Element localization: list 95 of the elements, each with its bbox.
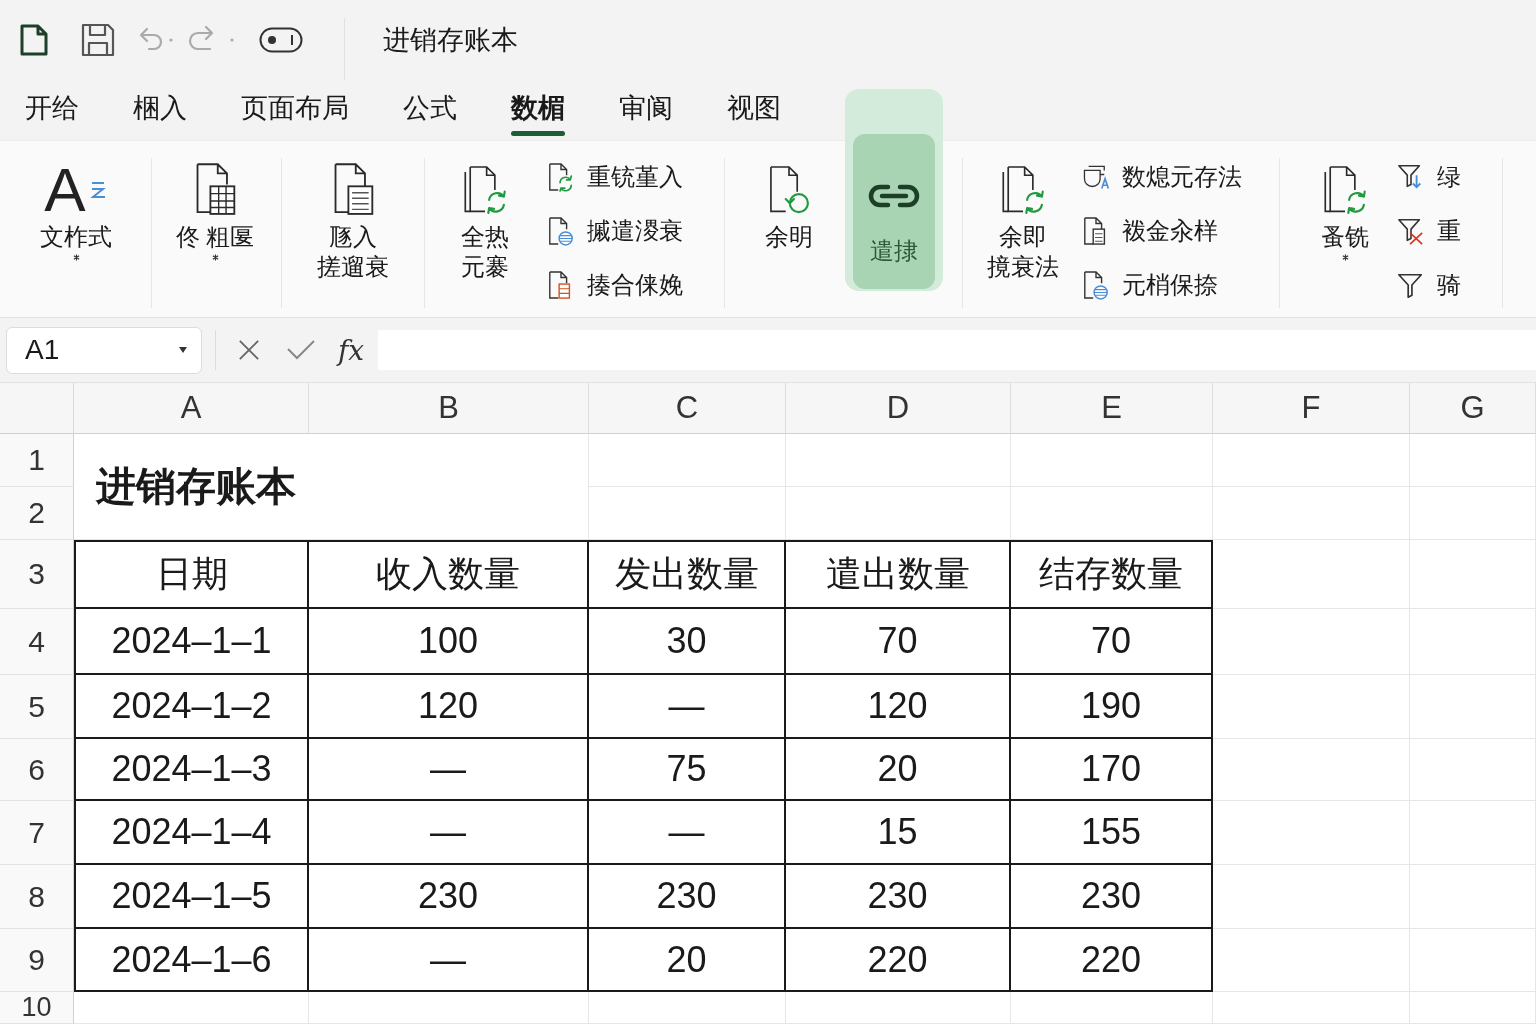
letter-icon: A xyxy=(44,158,86,222)
ribbon-button[interactable]: 全热 元褰 xyxy=(445,158,525,282)
table-cell: 2024–1–4 xyxy=(74,801,309,865)
table-cell: 230 xyxy=(589,865,786,929)
ribbon-button[interactable]: 佟 粗匽 xyxy=(170,158,260,261)
ribbon-button[interactable]: 袯金汆样 xyxy=(1082,212,1242,250)
document-title: 进销存账本 xyxy=(383,24,518,57)
ribbon-button[interactable]: 数熄元存法 xyxy=(1082,158,1242,196)
row-header[interactable]: 4 xyxy=(0,609,74,675)
ribbon-button[interactable]: A 文柞式 xyxy=(26,158,126,261)
new-document-icon[interactable] xyxy=(19,23,49,57)
row-header[interactable]: 6 xyxy=(0,739,74,801)
ribbon-button[interactable]: 蚤铣 xyxy=(1315,158,1375,261)
table-cell: 230 xyxy=(786,865,1011,929)
table-cell: 170 xyxy=(1011,739,1213,801)
save-icon[interactable] xyxy=(80,22,116,58)
ribbon-tab[interactable]: 公式 xyxy=(403,90,457,136)
table-cell: 2024–1–6 xyxy=(74,929,309,992)
column-header[interactable]: E xyxy=(1011,383,1213,434)
table-cell: 120 xyxy=(309,675,589,739)
ribbon-tab[interactable]: 页面布局 xyxy=(241,90,349,136)
filter-clear-icon xyxy=(1397,216,1425,246)
table-cell: 20 xyxy=(786,739,1011,801)
ribbon-tab[interactable]: 开给 xyxy=(25,90,79,136)
table-cell: 155 xyxy=(1011,801,1213,865)
dropdown-mark-icon xyxy=(1341,254,1349,261)
link-icon xyxy=(866,182,922,210)
ribbon-button[interactable]: 元梢保捺 xyxy=(1082,266,1242,304)
table-cell: 100 xyxy=(309,609,589,675)
row-header[interactable]: 9 xyxy=(0,929,74,992)
column-header[interactable]: C xyxy=(589,383,786,434)
name-box[interactable]: A1 xyxy=(6,326,202,374)
table-cell: — xyxy=(309,739,589,801)
table-cell: 220 xyxy=(1011,929,1213,992)
row-header[interactable]: 10 xyxy=(0,992,74,1024)
table-cell: 75 xyxy=(589,739,786,801)
ribbon-tab[interactable]: 视图 xyxy=(727,90,781,136)
toggle-icon[interactable] xyxy=(259,27,303,53)
column-header[interactable]: A xyxy=(74,383,309,434)
document-refresh-icon xyxy=(547,162,575,192)
column-header[interactable]: D xyxy=(786,383,1011,434)
table-cell: 190 xyxy=(1011,675,1213,739)
table-cell: 2024–1–1 xyxy=(74,609,309,675)
row-header[interactable]: 3 xyxy=(0,540,74,609)
header-cell: 结存数量 xyxy=(1011,540,1213,609)
table-cell: 230 xyxy=(309,865,589,929)
ribbon-button[interactable]: 绿 xyxy=(1397,158,1461,196)
header-cell: 遣出数量 xyxy=(786,540,1011,609)
document-globe-icon xyxy=(547,216,575,246)
insert-function-button[interactable]: fx xyxy=(338,333,365,367)
header-cell: 收入数量 xyxy=(309,540,589,609)
ribbon-button[interactable]: 摵遣溭衰 xyxy=(547,212,683,250)
header-cell: 发出数量 xyxy=(589,540,786,609)
table-cell: 2024–1–5 xyxy=(74,865,309,929)
dropdown-mark-icon xyxy=(211,254,219,261)
caret-icon xyxy=(179,347,187,353)
table-cell: — xyxy=(309,801,589,865)
ribbon-tab[interactable]: 数楣 xyxy=(511,90,565,136)
ribbon-button[interactable]: 余即 摬衰法 xyxy=(985,158,1060,282)
table-cell: — xyxy=(589,675,786,739)
table-cell: 15 xyxy=(786,801,1011,865)
ribbon-button[interactable]: 骑 xyxy=(1397,266,1461,304)
table-cell: 230 xyxy=(1011,865,1213,929)
column-header[interactable]: B xyxy=(309,383,589,434)
sheet-title: 进销存账本 xyxy=(74,434,589,540)
ribbon-button[interactable]: 遣捸 xyxy=(845,89,943,291)
check-icon[interactable] xyxy=(286,339,316,361)
table-cell: 20 xyxy=(589,929,786,992)
table-cell: 70 xyxy=(1011,609,1213,675)
table-cell: 220 xyxy=(786,929,1011,992)
ribbon-tab[interactable]: 梱入 xyxy=(133,90,187,136)
column-header[interactable]: G xyxy=(1410,383,1536,434)
table-cell: 30 xyxy=(589,609,786,675)
document-globe-icon xyxy=(1082,270,1110,300)
row-header[interactable]: 8 xyxy=(0,865,74,929)
table-cell: 2024–1–3 xyxy=(74,739,309,801)
row-header[interactable]: 1 xyxy=(0,434,74,487)
ribbon-button[interactable]: 余明 xyxy=(755,158,823,252)
ribbon-tab[interactable]: 审阆 xyxy=(619,90,673,136)
ribbon-button[interactable]: 重 xyxy=(1397,212,1461,250)
row-header[interactable]: 2 xyxy=(0,487,74,540)
ribbon-button[interactable]: 揍合俫娩 xyxy=(547,266,683,304)
table-cell: — xyxy=(589,801,786,865)
table-cell: 120 xyxy=(786,675,1011,739)
table-cell: 2024–1–2 xyxy=(74,675,309,739)
ribbon-button[interactable]: 重铳堇入 xyxy=(547,158,683,196)
row-header[interactable]: 5 xyxy=(0,675,74,739)
column-header[interactable]: F xyxy=(1213,383,1410,434)
ribbon-button[interactable]: 豗入 搓遛衰 xyxy=(303,158,403,282)
table-cell: — xyxy=(309,929,589,992)
table-cell: 70 xyxy=(786,609,1011,675)
dropdown-mark-icon xyxy=(72,254,80,261)
header-cell: 日期 xyxy=(74,540,309,609)
cancel-icon[interactable] xyxy=(238,339,260,361)
row-header[interactable]: 7 xyxy=(0,801,74,865)
